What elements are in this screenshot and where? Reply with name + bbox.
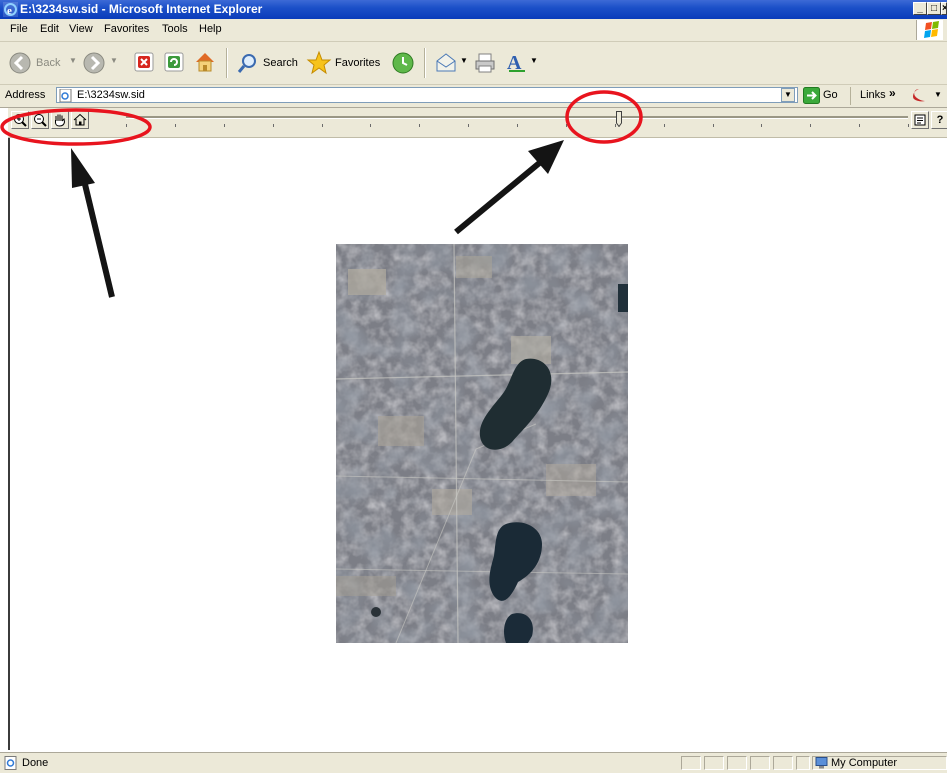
home-icon[interactable] — [193, 50, 217, 74]
print-icon[interactable] — [473, 51, 497, 75]
go-button-label[interactable]: Go — [823, 89, 838, 101]
svg-text:e: e — [7, 5, 12, 17]
mail-icon[interactable] — [434, 51, 458, 75]
image-viewer-toolbar: ? — [8, 108, 947, 138]
pan-button[interactable] — [51, 111, 69, 129]
edit-icon[interactable]: A — [505, 50, 529, 74]
links-chevron[interactable]: » — [889, 86, 896, 100]
zone-text: My Computer — [831, 757, 898, 769]
zoom-in-button[interactable] — [11, 111, 29, 129]
home-view-button[interactable] — [71, 111, 89, 129]
address-input[interactable]: E:\3234sw.sid — [56, 87, 798, 103]
slider-tick — [859, 124, 860, 127]
zoom-out-icon — [34, 114, 47, 127]
links-label[interactable]: Links — [860, 89, 886, 101]
menu-tools[interactable]: Tools — [162, 23, 188, 35]
slider-tick — [566, 124, 567, 127]
slider-tick — [419, 124, 420, 127]
status-text: Done — [22, 757, 49, 769]
zoom-in-icon — [14, 114, 27, 127]
address-value: E:\3234sw.sid — [77, 89, 145, 101]
back-dropdown-arrow-icon[interactable]: ▼ — [69, 56, 77, 65]
menu-bar: File Edit View Favorites Tools Help — [0, 19, 947, 42]
history-icon[interactable] — [391, 51, 415, 75]
close-button[interactable]: × — [941, 2, 947, 15]
home-icon — [73, 113, 87, 126]
page-icon — [59, 89, 72, 102]
address-bar: Address E:\3234sw.sid ▼ Go Links » ▼ — [0, 85, 947, 108]
my-computer-icon — [815, 757, 828, 769]
slider-tick — [615, 124, 616, 127]
forward-arrow-icon[interactable] — [83, 52, 105, 74]
status-bar: Done My Computer — [0, 752, 947, 773]
slider-tick — [468, 124, 469, 127]
slider-tick — [175, 124, 176, 127]
mail-dropdown-arrow-icon[interactable]: ▼ — [460, 56, 468, 65]
menu-help[interactable]: Help — [199, 23, 222, 35]
slider-tick — [517, 124, 518, 127]
options-button[interactable] — [911, 111, 929, 129]
slider-tick — [224, 124, 225, 127]
go-arrow-icon[interactable] — [803, 87, 820, 104]
slider-tick — [273, 124, 274, 127]
favorites-button-label[interactable]: Favorites — [335, 57, 380, 69]
stop-icon[interactable] — [134, 52, 154, 72]
ie-logo-icon: e — [3, 2, 18, 17]
slider-tick — [126, 124, 127, 127]
back-arrow-icon[interactable] — [9, 52, 31, 74]
slider-tick — [322, 124, 323, 127]
minimize-button[interactable]: _ — [913, 2, 927, 15]
slider-tick — [664, 124, 665, 127]
page-done-icon — [4, 756, 17, 770]
maximize-button[interactable]: □ — [927, 2, 941, 15]
edit-dropdown-arrow-icon[interactable]: ▼ — [530, 56, 538, 65]
menu-view[interactable]: View — [69, 23, 93, 35]
aerial-photo[interactable] — [336, 244, 628, 643]
search-icon[interactable] — [236, 51, 260, 75]
window-title: E:\3234sw.sid - Microsoft Internet Explo… — [20, 2, 263, 16]
refresh-icon[interactable] — [164, 52, 184, 72]
menu-file[interactable]: File — [10, 23, 28, 35]
title-bar[interactable]: e E:\3234sw.sid - Microsoft Internet Exp… — [0, 0, 947, 19]
favorites-star-icon[interactable] — [306, 50, 332, 76]
help-button[interactable]: ? — [931, 111, 947, 129]
windows-flag-icon — [924, 21, 939, 38]
pan-hand-icon — [55, 114, 66, 127]
acrobat-icon[interactable] — [910, 87, 928, 105]
acrobat-dropdown-arrow-icon[interactable]: ▼ — [934, 90, 942, 99]
zoom-slider-thumb[interactable] — [616, 111, 622, 127]
forward-dropdown-arrow-icon[interactable]: ▼ — [110, 56, 118, 65]
slider-tick — [908, 124, 909, 127]
windows-flag-logo — [916, 20, 943, 40]
slider-tick — [810, 124, 811, 127]
slider-tick — [761, 124, 762, 127]
slider-tick — [713, 124, 714, 127]
slider-tick — [370, 124, 371, 127]
zoom-out-button[interactable] — [31, 111, 49, 129]
address-label: Address — [5, 89, 46, 101]
standard-toolbar: Back ▼ ▼ Search Favorites ▼ A ▼ — [0, 42, 947, 85]
search-button-label[interactable]: Search — [263, 57, 298, 69]
zoom-slider-track[interactable] — [126, 116, 908, 119]
back-button-label[interactable]: Back — [36, 57, 60, 69]
address-dropdown-button[interactable]: ▼ — [781, 88, 795, 102]
options-icon — [914, 114, 926, 126]
menu-edit[interactable]: Edit — [40, 23, 59, 35]
menu-favorites[interactable]: Favorites — [104, 23, 149, 35]
